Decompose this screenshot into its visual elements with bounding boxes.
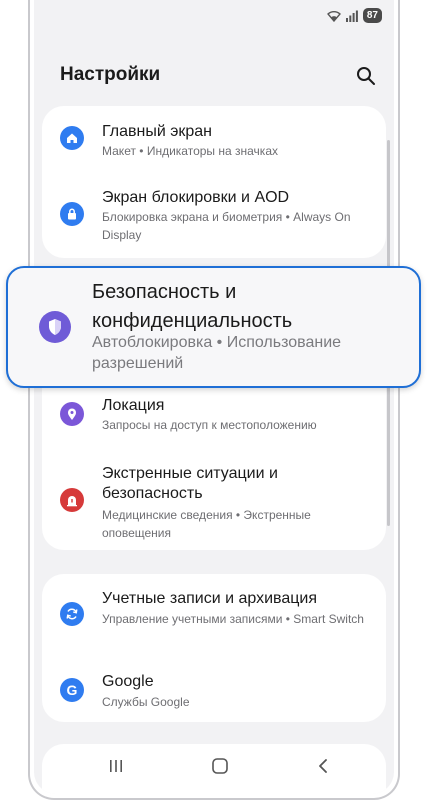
location-icon xyxy=(60,402,84,426)
settings-item-google[interactable]: G Google Службы Google xyxy=(42,668,386,712)
settings-item-location[interactable]: Локация Запросы на доступ к местоположен… xyxy=(42,388,386,444)
settings-item-subtitle: Макет • Индикаторы на значках xyxy=(102,144,278,158)
settings-item-security-privacy[interactable]: Безопасность и конфиденциальность Автобл… xyxy=(6,266,421,388)
battery-indicator: 87 xyxy=(362,8,382,23)
settings-item-subtitle: Запросы на доступ к местоположению xyxy=(102,418,317,432)
settings-card-display: Главный экран Макет • Индикаторы на знач… xyxy=(42,106,386,258)
status-bar: 87 xyxy=(326,8,382,23)
settings-item-title: Безопасность и конфиденциальность xyxy=(92,281,293,332)
settings-item-title: Учетные записи и архивация xyxy=(102,590,318,607)
settings-item-subtitle: Управление учетными записями • Smart Swi… xyxy=(102,612,364,626)
settings-item-title: Экран блокировки и AOD xyxy=(102,189,290,206)
emergency-icon xyxy=(60,488,84,512)
page-title: Настройки xyxy=(60,64,161,85)
home-nav-icon[interactable] xyxy=(211,757,229,775)
lock-icon xyxy=(60,202,84,226)
settings-item-title: Экстренные ситуации и безопасность xyxy=(102,465,278,502)
settings-item-subtitle: Блокировка экрана и биометрия • Always O… xyxy=(102,210,351,242)
settings-item-home-screen[interactable]: Главный экран Макет • Индикаторы на знач… xyxy=(42,106,386,166)
wifi-icon xyxy=(326,10,341,22)
google-icon: G xyxy=(60,678,84,702)
recents-icon[interactable] xyxy=(108,758,124,774)
navigation-bar xyxy=(34,742,394,794)
phone-frame: 87 Настройки Главный экран Макет • Индик… xyxy=(28,0,400,800)
home-icon xyxy=(60,126,84,150)
settings-screen: 87 Настройки Главный экран Макет • Индик… xyxy=(34,0,394,794)
settings-item-lock-screen[interactable]: Экран блокировки и AOD Блокировка экрана… xyxy=(42,180,386,250)
back-icon[interactable] xyxy=(316,758,330,774)
settings-item-subtitle: Автоблокировка • Использование разрешени… xyxy=(92,334,342,372)
settings-item-title: Google xyxy=(102,673,154,690)
settings-item-title: Локация xyxy=(102,397,165,414)
settings-item-title: Главный экран xyxy=(102,123,213,140)
settings-card-accounts: Учетные записи и архивация Управление уч… xyxy=(42,574,386,722)
search-button[interactable] xyxy=(354,64,378,88)
settings-item-subtitle: Службы Google xyxy=(102,695,190,709)
sync-icon xyxy=(60,602,84,626)
settings-item-subtitle: Медицинские сведения • Экстренные оповещ… xyxy=(102,508,311,540)
search-icon xyxy=(357,67,375,85)
signal-icon xyxy=(345,10,358,22)
shield-icon xyxy=(39,311,71,343)
settings-item-emergency[interactable]: Экстренные ситуации и безопасность Медиц… xyxy=(42,450,386,542)
settings-item-accounts[interactable]: Учетные записи и архивация Управление уч… xyxy=(42,586,386,652)
